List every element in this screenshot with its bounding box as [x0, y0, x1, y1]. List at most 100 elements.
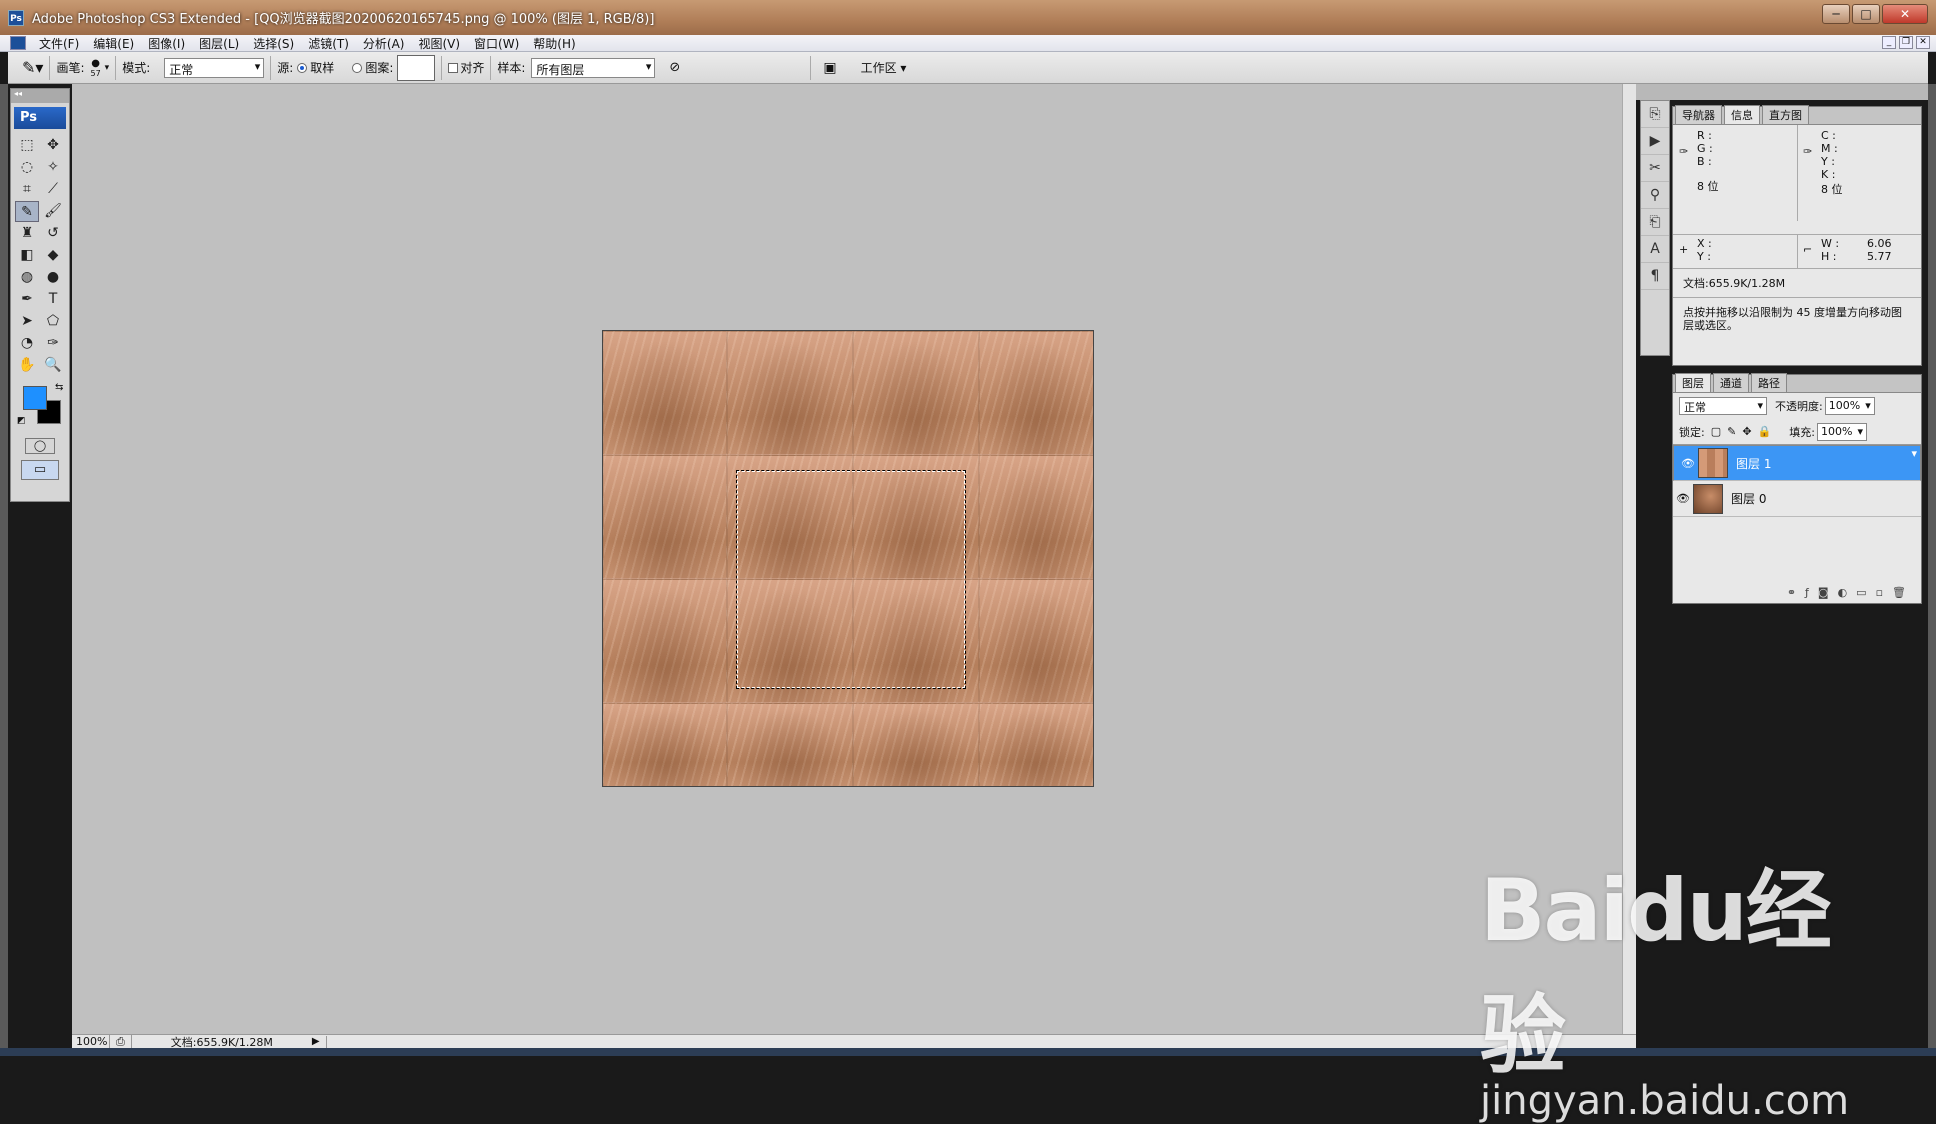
eye-icon[interactable]: 👁 — [1673, 492, 1693, 505]
zoom-level[interactable]: 100% — [72, 1035, 110, 1048]
doc-minimize-button[interactable]: _ — [1882, 36, 1896, 49]
status-icon[interactable]: ⎙ — [110, 1034, 132, 1049]
opacity-input[interactable]: 100% — [1824, 397, 1875, 415]
info-h-value: 5.77 — [1867, 250, 1892, 263]
ps-app-icon[interactable]: Ps — [8, 9, 24, 26]
tab-histogram[interactable]: 直方图 — [1762, 105, 1809, 124]
status-menu-arrow[interactable]: ▶ — [312, 1036, 320, 1047]
magic-wand-tool-icon[interactable]: ✧ — [41, 157, 65, 178]
history-brush-tool-icon[interactable]: ↺ — [41, 223, 65, 244]
tab-info[interactable]: 信息 — [1724, 105, 1760, 124]
document-image[interactable] — [602, 330, 1094, 787]
shape-tool-icon[interactable]: ⬠ — [41, 311, 65, 332]
3d-rotate-tool-icon[interactable]: ◔ — [15, 333, 39, 354]
horizontal-scrollbar[interactable] — [325, 1035, 1636, 1048]
tab-paths[interactable]: 路径 — [1751, 373, 1787, 392]
mode-select[interactable]: 正常 — [164, 57, 265, 78]
lock-icons[interactable]: ▢✎✥🔒 — [1711, 425, 1778, 438]
doc-close-button[interactable]: ✕ — [1916, 36, 1930, 49]
panel-dock-header[interactable] — [1636, 84, 1928, 100]
sample-select[interactable]: 所有图层 — [531, 57, 656, 78]
zoom-tool-icon[interactable]: 🔍 — [41, 355, 65, 376]
tab-navigator[interactable]: 导航器 — [1675, 105, 1722, 124]
baidu-watermark: Baidu经验 jingyan.baidu.com — [1480, 840, 1860, 1124]
paragraph-panel-icon[interactable]: ¶ — [1641, 263, 1669, 290]
doc-restore-button[interactable]: ❐ — [1899, 36, 1913, 49]
swap-colors-icon[interactable]: ⇆ — [55, 382, 63, 393]
healing-brush-tool-icon[interactable]: ✎▾ — [22, 58, 43, 77]
window-title: Adobe Photoshop CS3 Extended - [QQ浏览器截图2… — [32, 12, 655, 27]
pen-tool-icon[interactable]: ✒ — [15, 289, 39, 310]
left-edge — [0, 84, 8, 1056]
brush-tool-icon[interactable]: 🖌 — [41, 201, 65, 222]
menu-file[interactable]: 文件(F) — [32, 35, 86, 52]
toolbox-collapse-handle[interactable]: ◂◂ — [11, 89, 69, 103]
minimize-button[interactable]: ─ — [1822, 4, 1850, 24]
layer-row[interactable]: 👁 图层 1 — [1673, 445, 1921, 481]
menu-select[interactable]: 选择(S) — [246, 35, 301, 52]
brushes-panel-icon[interactable]: ⚲ — [1641, 182, 1669, 209]
lasso-tool-icon[interactable]: ◌ — [15, 157, 39, 178]
layers-panel-toolbar[interactable]: ⚭ƒ◙◐▭▫🗑 — [1787, 586, 1915, 599]
eyedropper-icon: ✑ — [1803, 145, 1813, 158]
sampled-radio[interactable] — [297, 62, 308, 73]
blur-tool-icon[interactable]: ◍ — [15, 267, 39, 288]
menu-edit[interactable]: 编辑(E) — [86, 35, 141, 52]
eyedropper-tool-icon[interactable]: ✑ — [41, 333, 65, 354]
workspace-button[interactable]: 工作区 ▾ — [861, 59, 907, 76]
history-panel-icon[interactable]: ⎘ — [1641, 101, 1669, 128]
character-panel-icon[interactable]: A — [1641, 236, 1669, 263]
eye-icon[interactable]: 👁 — [1678, 457, 1698, 470]
skin-tile — [603, 703, 727, 786]
screen-mode-icon[interactable]: ▭ — [21, 460, 59, 480]
aligned-checkbox[interactable] — [448, 62, 459, 73]
close-button[interactable]: ✕ — [1882, 4, 1928, 24]
dodge-tool-icon[interactable]: ● — [41, 267, 65, 288]
menu-view[interactable]: 视图(V) — [411, 35, 467, 52]
layer-name[interactable]: 图层 0 — [1731, 490, 1766, 507]
tool-presets-icon[interactable]: ✂ — [1641, 155, 1669, 182]
menu-window[interactable]: 窗口(W) — [467, 35, 526, 52]
pattern-radio[interactable] — [352, 62, 363, 73]
menu-filter[interactable]: 滤镜(T) — [301, 35, 356, 52]
menu-layer[interactable]: 图层(L) — [192, 35, 246, 52]
tab-layers[interactable]: 图层 — [1675, 373, 1711, 392]
pattern-swatch[interactable] — [397, 54, 436, 81]
tab-channels[interactable]: 通道 — [1713, 373, 1749, 392]
menu-help[interactable]: 帮助(H) — [526, 35, 582, 52]
brush-picker[interactable]: ● 57 — [90, 58, 100, 78]
healing-brush-tool-icon[interactable]: ✎ — [15, 201, 39, 222]
fill-label: 填充: — [1789, 425, 1815, 439]
slice-tool-icon[interactable]: ⟋ — [41, 179, 65, 200]
menu-analysis[interactable]: 分析(A) — [356, 35, 412, 52]
move-tool-icon[interactable]: ✥ — [41, 135, 65, 156]
menu-bar: 文件(F) 编辑(E) 图像(I) 图层(L) 选择(S) 滤镜(T) 分析(A… — [0, 35, 1936, 52]
foreground-color-swatch[interactable] — [23, 386, 47, 410]
selection-marquee[interactable] — [736, 470, 966, 689]
clone-source-icon[interactable]: ⎗ — [1641, 209, 1669, 236]
layer-name[interactable]: 图层 1 — [1736, 455, 1771, 472]
clone-stamp-tool-icon[interactable]: ♜ — [15, 223, 39, 244]
eraser-tool-icon[interactable]: ◧ — [15, 245, 39, 266]
path-selection-tool-icon[interactable]: ➤ — [15, 311, 39, 332]
actions-panel-icon[interactable]: ▶ — [1641, 128, 1669, 155]
chevron-down-icon[interactable]: ▾ — [105, 63, 110, 73]
hand-tool-icon[interactable]: ✋ — [15, 355, 39, 376]
blend-mode-select[interactable]: 正常 — [1679, 397, 1767, 415]
maximize-button[interactable]: □ — [1852, 4, 1880, 24]
crop-tool-icon[interactable]: ⌗ — [15, 179, 39, 200]
quick-mask-icon[interactable]: ◯ — [25, 438, 55, 454]
skin-tile — [979, 579, 1093, 703]
layer-row[interactable]: 👁 图层 0 — [1673, 481, 1921, 517]
fill-input[interactable]: 100% — [1816, 422, 1867, 441]
menu-image[interactable]: 图像(I) — [141, 35, 192, 52]
paint-bucket-tool-icon[interactable]: ◆ — [41, 245, 65, 266]
default-colors-icon[interactable]: ◩ — [17, 416, 26, 426]
pattern-label: 图案: — [365, 61, 394, 75]
type-tool-icon[interactable]: T — [41, 289, 65, 310]
marquee-tool-icon[interactable]: ⬚ — [15, 135, 39, 156]
document-icon[interactable] — [10, 36, 26, 50]
bridge-icon[interactable]: ▣ — [823, 60, 836, 76]
ignore-adjustment-layers-icon[interactable]: ⊘ — [669, 60, 680, 75]
skin-tile — [727, 331, 853, 455]
